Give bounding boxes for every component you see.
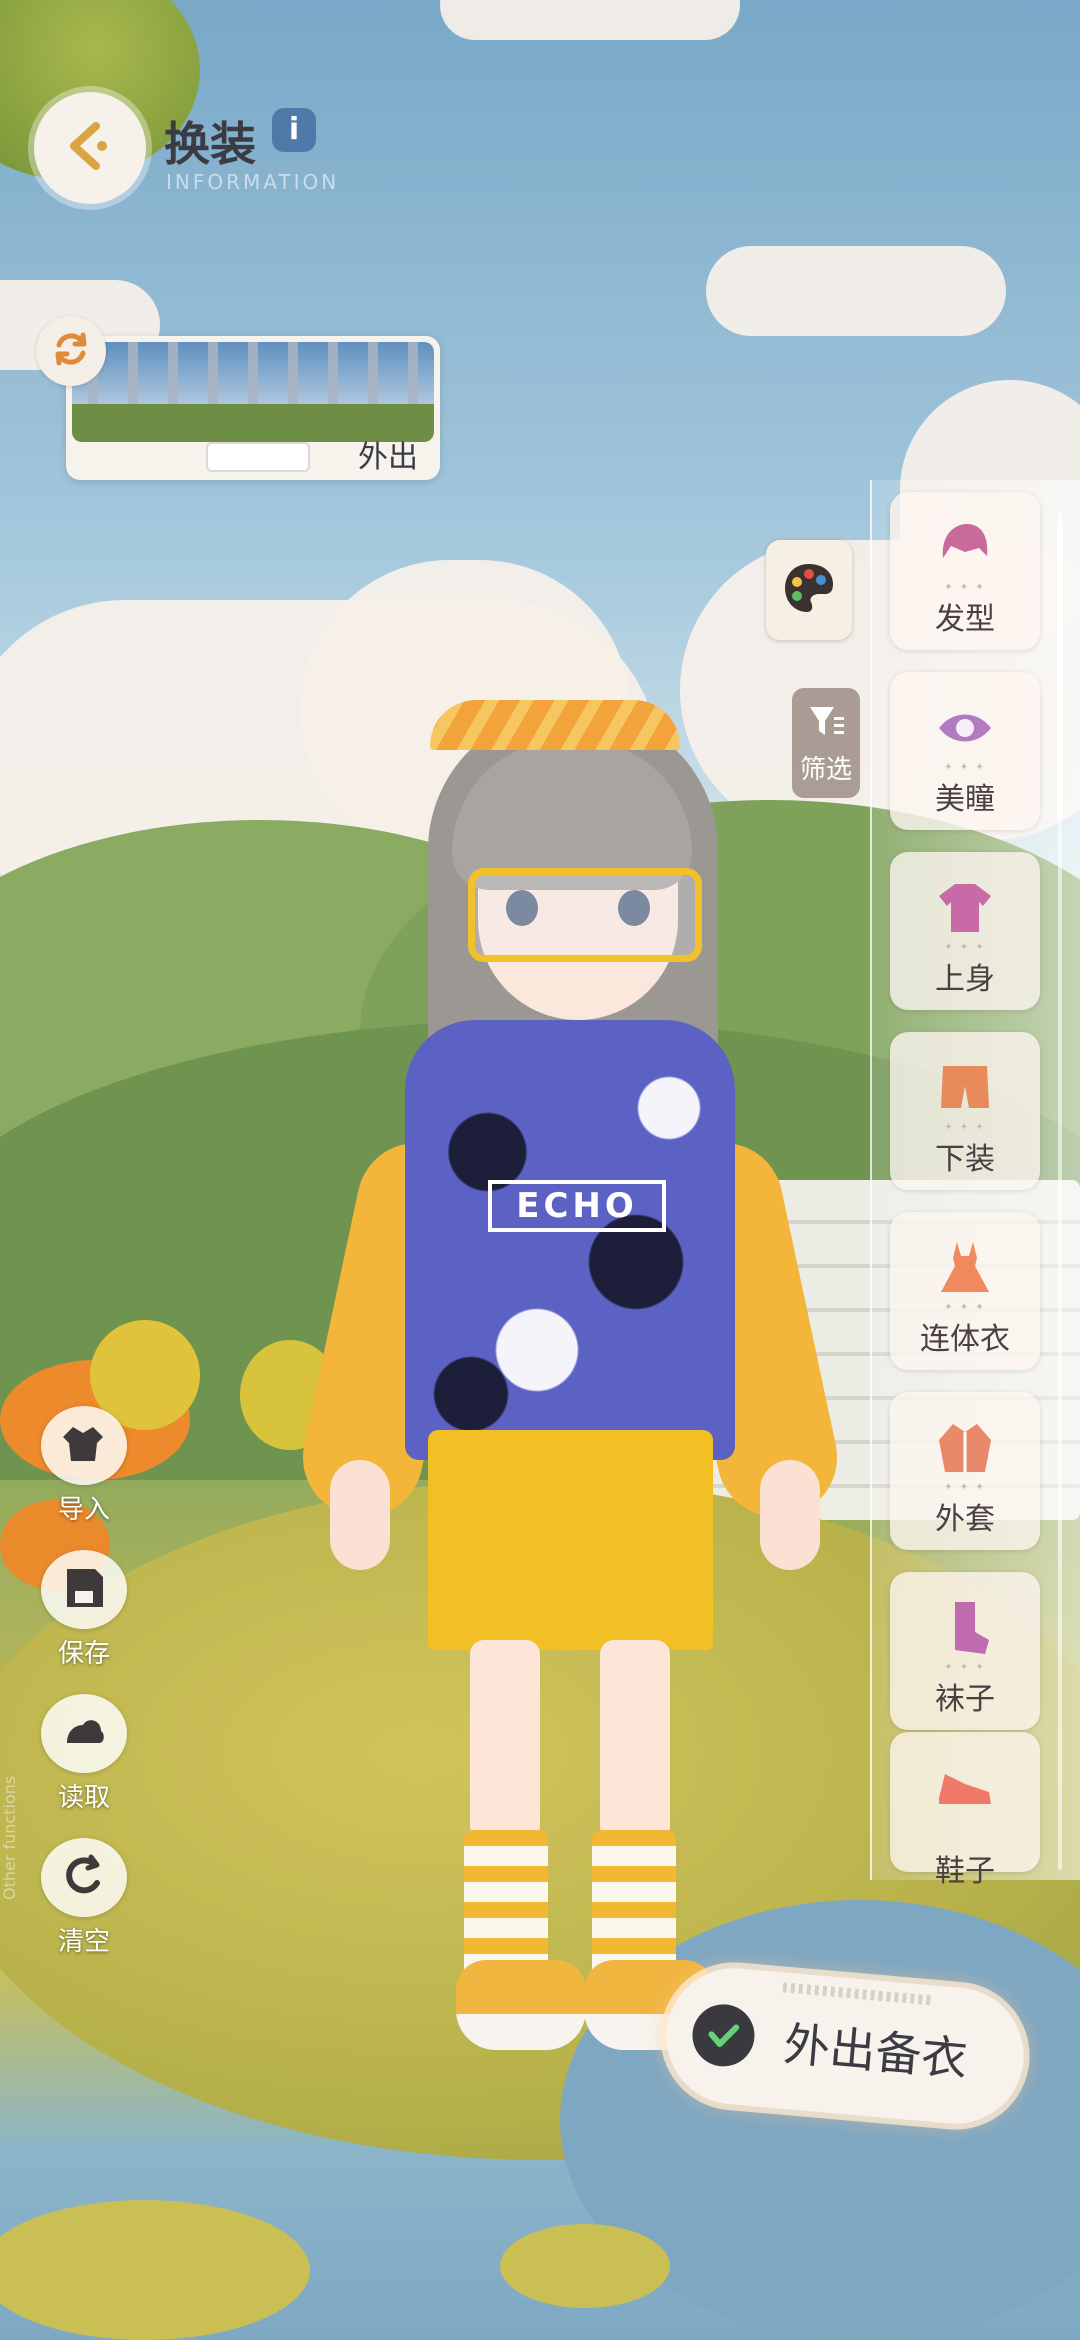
category-decoration: ✦ ✦ ✦ — [944, 1662, 986, 1673]
category-decoration: ✦ ✦ ✦ — [944, 582, 986, 593]
clear-button-circle — [41, 1838, 127, 1917]
lily-pad — [500, 2224, 670, 2308]
import-button-circle — [41, 1406, 127, 1485]
category-decoration: ✦ ✦ ✦ — [944, 1482, 986, 1493]
scene-chip — [206, 442, 310, 472]
shoe-icon — [935, 1758, 995, 1818]
hoodie-print: ECHO — [488, 1180, 666, 1232]
confirm-decoration — [782, 1982, 933, 2006]
category-decoration: ✦ ✦ ✦ — [944, 942, 986, 953]
category-decoration: ✦ ✦ ✦ — [944, 1122, 986, 1133]
back-button[interactable] — [34, 92, 146, 204]
category-hair[interactable]: ✦ ✦ ✦ 发型 — [890, 492, 1040, 650]
category-label: 美瞳 — [935, 782, 995, 817]
category-scrollbar-thumb[interactable] — [1057, 520, 1063, 820]
category-label: 下装 — [935, 1142, 995, 1177]
hair-icon — [935, 518, 995, 578]
category-label: 发型 — [935, 602, 995, 637]
cloud — [440, 0, 740, 40]
category-eyes[interactable]: ✦ ✦ ✦ 美瞳 — [890, 672, 1040, 830]
sock-icon — [935, 1598, 995, 1658]
character-left-eye — [506, 890, 538, 926]
filter-button[interactable]: 筛选 — [792, 688, 860, 798]
jacket-icon — [935, 1418, 995, 1478]
shirt-icon — [935, 878, 995, 938]
character-right-sock — [592, 1830, 676, 1980]
load-label: 读取 — [57, 1783, 110, 1813]
load-icon — [61, 1709, 107, 1759]
character-left-sock — [464, 1830, 548, 1980]
scene-thumbnail — [72, 342, 434, 442]
category-decoration: ✦ ✦ ✦ — [944, 762, 986, 773]
swap-scene-button[interactable] — [36, 316, 106, 386]
character-right-hand — [760, 1460, 820, 1570]
category-jacket[interactable]: ✦ ✦ ✦ 外套 — [890, 1392, 1040, 1550]
category-label: 鞋子 — [935, 1854, 995, 1889]
import-icon — [61, 1421, 107, 1471]
character-right-eye — [618, 890, 650, 926]
other-functions-label: Other functions — [0, 1776, 19, 1900]
dress-up-screen: ECHO 换装 i INFORMATION 外出 筛选 ✦ ✦ ✦ 发型 ✦ ✦… — [0, 0, 1080, 2340]
scene-card[interactable]: 外出 — [66, 336, 440, 480]
filter-label: 筛选 — [799, 754, 852, 785]
filter-icon — [806, 701, 846, 745]
check-icon — [689, 2001, 758, 2069]
character-headband — [430, 700, 680, 750]
category-top[interactable]: ✦ ✦ ✦ 上身 — [890, 852, 1040, 1010]
character-shorts — [428, 1430, 713, 1650]
character-left-leg — [470, 1640, 540, 1840]
eye-icon — [935, 698, 995, 758]
category-decoration: ✦ ✦ ✦ — [944, 1302, 986, 1313]
lily-pad — [0, 2200, 310, 2340]
character-goggles — [468, 868, 702, 962]
clear-icon — [61, 1853, 107, 1903]
page-title: 换装 — [164, 117, 256, 171]
page-subtitle: INFORMATION — [166, 170, 340, 194]
category-bottom[interactable]: ✦ ✦ ✦ 下装 — [890, 1032, 1040, 1190]
shorts-icon — [935, 1058, 995, 1118]
character-hoodie — [405, 1020, 735, 1460]
save-button[interactable]: 保存 — [36, 1550, 132, 1670]
import-label: 导入 — [57, 1495, 110, 1525]
palette-button[interactable] — [766, 540, 852, 640]
load-button[interactable]: 读取 — [36, 1694, 132, 1814]
save-label: 保存 — [57, 1639, 110, 1669]
category-label: 上身 — [935, 962, 995, 997]
character-left-hand — [330, 1460, 390, 1570]
clear-button[interactable]: 清空 — [36, 1838, 132, 1958]
category-shoes[interactable]: 鞋子 — [890, 1732, 1040, 1889]
scene-label: 外出 — [358, 440, 418, 475]
save-button-circle — [41, 1550, 127, 1629]
category-dress[interactable]: ✦ ✦ ✦ 连体衣 — [890, 1212, 1040, 1370]
palette-icon — [781, 560, 837, 620]
info-button[interactable]: i — [272, 108, 316, 152]
category-label: 袜子 — [935, 1682, 995, 1717]
character-left-shoe — [456, 1960, 586, 2050]
category-label: 连体衣 — [920, 1322, 1010, 1357]
confirm-label: 外出备衣 — [781, 2016, 970, 2087]
back-arrow-icon — [58, 114, 122, 182]
refresh-icon — [49, 327, 93, 375]
save-icon — [61, 1565, 107, 1615]
load-button-circle — [41, 1694, 127, 1773]
import-button[interactable]: 导入 — [36, 1406, 132, 1526]
category-socks[interactable]: ✦ ✦ ✦ 袜子 — [890, 1572, 1040, 1730]
category-label: 外套 — [935, 1502, 995, 1537]
cloud — [706, 246, 1006, 336]
character-right-leg — [600, 1640, 670, 1840]
dress-icon — [935, 1238, 995, 1298]
clear-label: 清空 — [57, 1927, 110, 1957]
